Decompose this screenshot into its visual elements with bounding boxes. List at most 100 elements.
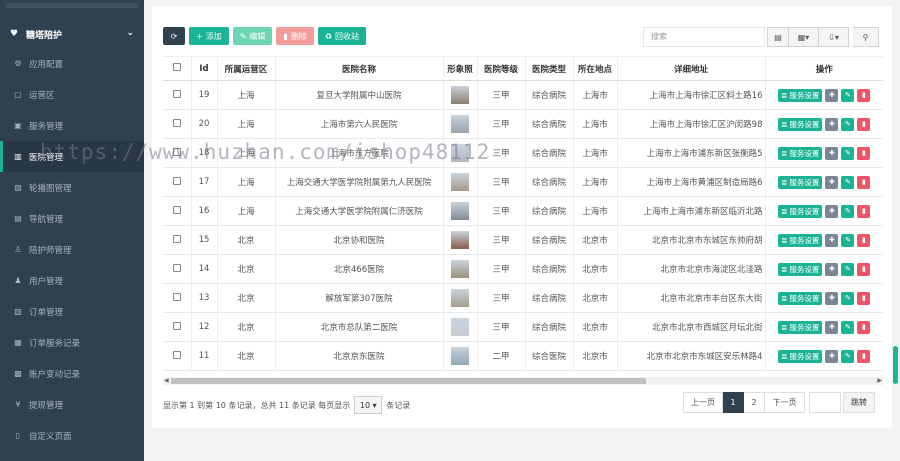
delete-row-button[interactable]: ▮ — [857, 117, 871, 131]
delete-row-button[interactable]: ▮ — [857, 233, 871, 247]
delete-row-button[interactable]: ▮ — [857, 291, 871, 305]
delete-row-button[interactable]: ▮ — [857, 320, 871, 334]
edit-row-button[interactable]: ✎ — [841, 204, 855, 218]
edit-row-button[interactable]: ✎ — [841, 175, 855, 189]
sidebar-item[interactable]: ▢ 运营区 — [0, 79, 144, 110]
hospital-thumbnail[interactable] — [451, 86, 469, 104]
row-checkbox[interactable] — [172, 118, 181, 127]
hospital-thumbnail[interactable] — [451, 231, 469, 249]
search-button[interactable]: ⚲ — [853, 27, 879, 47]
jump-page-input[interactable] — [809, 392, 841, 413]
drag-button[interactable]: ✚ — [825, 262, 839, 276]
row-checkbox[interactable] — [172, 263, 181, 272]
delete-row-button[interactable]: ▮ — [857, 204, 871, 218]
hospital-thumbnail[interactable] — [451, 115, 469, 133]
hospital-thumbnail[interactable] — [451, 202, 469, 220]
table-row[interactable]: 11 北京 北京京东医院 二甲 综合医院 北京市 北京市北京市东城区安乐林路4 ≣ 服务设置 ✚ ✎… — [163, 341, 883, 371]
sidebar-item[interactable]: ♙ 陪护师管理 — [0, 234, 144, 265]
sidebar-item[interactable]: ⚙ 应用配置 — [0, 48, 144, 79]
hospital-thumbnail[interactable] — [451, 318, 469, 336]
table-row[interactable]: 18 上海 上海市东方医院 三甲 综合病院 上海市 上海市上海市浦东新区张衡路5 ≣ 服务设置 ✚… — [163, 138, 883, 168]
horizontal-scrollbar[interactable]: ◀ ▶ — [163, 377, 883, 385]
service-settings-button[interactable]: ≣ 服务设置 — [778, 117, 823, 131]
drag-button[interactable]: ✚ — [825, 349, 839, 363]
table-row[interactable]: 12 北京 北京市总队第二医院 三甲 综合病院 北京市 北京市北京市西城区月坛北街 ≣ 服务设置… — [163, 312, 883, 342]
table-row[interactable]: 20 上海 上海市第六人民医院 三甲 综合病院 上海市 上海市上海市徐汇区沪闵路98 ≣ 服务设… — [163, 109, 883, 139]
page-size-select[interactable]: 10 ▾ — [354, 396, 383, 414]
sidebar-item[interactable]: ¥ 提现管理 — [0, 389, 144, 420]
columns-button[interactable]: ▦▾ — [789, 27, 819, 47]
scroll-left-icon[interactable]: ◀ — [164, 377, 169, 384]
scroll-thumb[interactable] — [171, 378, 646, 384]
service-settings-button[interactable]: ≣ 服务设置 — [778, 175, 823, 189]
delete-row-button[interactable]: ▮ — [857, 349, 871, 363]
service-settings-button[interactable]: ≣ 服务设置 — [778, 233, 823, 247]
table-row[interactable]: 14 北京 北京466医院 三甲 综合病院 北京市 北京市北京市海淀区北洼路 ≣ 服务设置 ✚ ✎ ▮ — [163, 254, 883, 284]
scroll-right-icon[interactable]: ▶ — [877, 377, 882, 384]
delete-row-button[interactable]: ▮ — [857, 146, 871, 160]
select-all-checkbox[interactable] — [172, 63, 181, 71]
prev-page-button[interactable]: 上一页 — [683, 392, 723, 413]
select-all-header[interactable] — [163, 56, 191, 81]
sidebar-item[interactable]: ▦ 订单服务记录 — [0, 327, 144, 358]
row-checkbox[interactable] — [172, 234, 181, 243]
sidebar-item[interactable]: ▧ 订单管理 — [0, 296, 144, 327]
hospital-thumbnail[interactable] — [451, 260, 469, 278]
service-settings-button[interactable]: ≣ 服务设置 — [778, 204, 823, 218]
service-settings-button[interactable]: ≣ 服务设置 — [778, 146, 823, 160]
sidebar-item[interactable]: ▨ 轮播图管理 — [0, 172, 144, 203]
edit-row-button[interactable]: ✎ — [841, 349, 855, 363]
drag-button[interactable]: ✚ — [825, 233, 839, 247]
service-settings-button[interactable]: ≣ 服务设置 — [778, 349, 823, 363]
edit-button[interactable]: ✎ 编辑 — [232, 27, 273, 45]
drag-button[interactable]: ✚ — [825, 204, 839, 218]
vertical-scroll-thumb[interactable] — [893, 346, 898, 384]
table-row[interactable]: 19 上海 复旦大学附属中山医院 三甲 综合病院 上海市 上海市上海市徐汇区斜土路16 ≣ 服务… — [163, 80, 883, 110]
sidebar-item[interactable]: ▥ 医院管理 — [0, 141, 144, 172]
delete-row-button[interactable]: ▮ — [857, 262, 871, 276]
edit-row-button[interactable]: ✎ — [841, 117, 855, 131]
sidebar-item[interactable]: ▯ 自定义页面 — [0, 420, 144, 451]
drag-button[interactable]: ✚ — [825, 175, 839, 189]
drag-button[interactable]: ✚ — [825, 88, 839, 102]
next-page-button[interactable]: 下一页 — [765, 392, 805, 413]
recycle-button[interactable]: ♻ 回收站 — [317, 27, 366, 45]
row-checkbox[interactable] — [172, 205, 181, 214]
table-row[interactable]: 13 北京 解放军第307医院 三甲 综合病院 北京市 北京市北京市丰台区东大街 ≣ 服务设置 ✚… — [163, 283, 883, 313]
sidebar-header[interactable]: ♥ 糖塔陪护 ⌄ — [0, 22, 144, 46]
drag-button[interactable]: ✚ — [825, 117, 839, 131]
edit-row-button[interactable]: ✎ — [841, 291, 855, 305]
drag-button[interactable]: ✚ — [825, 291, 839, 305]
service-settings-button[interactable]: ≣ 服务设置 — [778, 320, 823, 334]
table-row[interactable]: 15 北京 北京协和医院 三甲 综合病院 北京市 北京市北京市东城区东帅府胡 ≣ 服务设置 ✚ ✎ ▮ — [163, 225, 883, 255]
export-button[interactable]: ⇩▾ — [819, 27, 849, 47]
row-checkbox[interactable] — [172, 176, 181, 185]
hospital-thumbnail[interactable] — [451, 144, 469, 162]
edit-row-button[interactable]: ✎ — [841, 88, 855, 102]
page-2-button[interactable]: 2 — [744, 392, 765, 413]
row-checkbox[interactable] — [172, 292, 181, 301]
jump-button[interactable]: 跳转 — [843, 392, 875, 413]
service-settings-button[interactable]: ≣ 服务设置 — [778, 262, 823, 276]
hospital-thumbnail[interactable] — [451, 289, 469, 307]
service-settings-button[interactable]: ≣ 服务设置 — [778, 291, 823, 305]
delete-row-button[interactable]: ▮ — [857, 175, 871, 189]
sidebar-item[interactable]: ♟ 用户管理 — [0, 265, 144, 296]
row-checkbox[interactable] — [172, 350, 181, 359]
sidebar-item[interactable]: ▣ 服务管理 — [0, 110, 144, 141]
hospital-thumbnail[interactable] — [451, 347, 469, 365]
delete-button[interactable]: ▮ 删除 — [276, 27, 314, 45]
sidebar-item[interactable]: ▩ 账户变动记录 — [0, 358, 144, 389]
page-1-button[interactable]: 1 — [723, 392, 744, 413]
table-row[interactable]: 17 上海 上海交通大学医学院附属第九人民医院 三甲 综合病院 上海市 上海市上海市黄浦区制… — [163, 167, 883, 197]
row-checkbox[interactable] — [172, 89, 181, 98]
delete-row-button[interactable]: ▮ — [857, 88, 871, 102]
table-row[interactable]: 16 上海 上海交通大学医学院附属仁济医院 三甲 综合病院 上海市 上海市上海市浦东新区临沂… — [163, 196, 883, 226]
drag-button[interactable]: ✚ — [825, 146, 839, 160]
toggle-view-button[interactable]: ▤ — [767, 27, 789, 47]
search-input[interactable]: 搜索 — [643, 27, 765, 47]
refresh-button[interactable]: ⟳ — [163, 27, 185, 45]
sidebar-item[interactable]: ▤ 导航管理 — [0, 203, 144, 234]
hospital-thumbnail[interactable] — [451, 173, 469, 191]
edit-row-button[interactable]: ✎ — [841, 233, 855, 247]
